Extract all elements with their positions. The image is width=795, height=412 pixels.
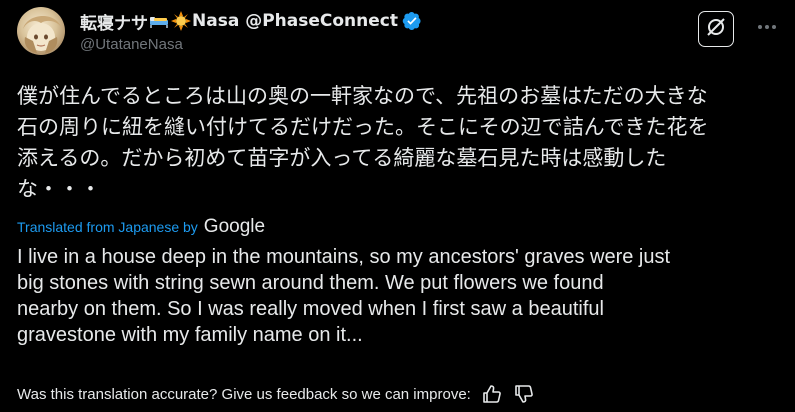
bed-emoji-icon [149,11,169,31]
translation-attribution: Translated from Japanese by Google [17,216,265,238]
author-name-row[interactable]: 転寝ナサ Nasa @PhaseConnect [80,9,422,34]
translated-line: gravestone with my family name on it... [17,324,363,346]
grok-button[interactable] [698,11,734,47]
avatar[interactable] [17,7,65,55]
thumbs-down-icon[interactable] [513,383,535,405]
sun-emoji-icon [171,11,191,31]
post-line: 石の周りに紐を縫い付けてるだけだった。そこにその辺で詰んできた花を [17,115,709,139]
translated-line: big stones with string sewn around them.… [17,272,604,294]
post-text-translated: I live in a house deep in the mountains,… [17,244,787,348]
more-options-button[interactable] [755,14,779,38]
grok-icon [705,16,727,43]
post-line: な・・・ [17,177,101,201]
post-line: 添えるの。だから初めて苗字が入ってる綺麗な墓石見た時は感動した [17,146,667,170]
avatar-image [23,15,61,53]
author-name-en[interactable]: Nasa @PhaseConnect [192,11,398,31]
thumbs-up-icon[interactable] [481,383,503,405]
post-line: 僕が住んでるところは山の奥の一軒家なので、先祖のお墓はただの大きな [17,84,708,108]
translation-feedback: Was this translation accurate? Give us f… [17,383,535,405]
google-logo: Google [203,216,266,237]
author-handle[interactable]: @UtataneNasa [80,36,183,53]
more-options-icon [757,17,777,35]
translated-line: I live in a house deep in the mountains,… [17,246,671,268]
feedback-question: Was this translation accurate? Give us f… [17,385,471,403]
verified-badge-icon [402,11,422,31]
translated-line: nearby on them. So I was really moved wh… [17,298,604,320]
translated-from-link[interactable]: Translated from Japanese by [17,219,198,235]
author-name-jp[interactable]: 転寝ナサ [80,9,148,34]
post-text-original: 僕が住んでるところは山の奥の一軒家なので、先祖のお墓はただの大きな 石の周りに紐… [17,81,782,205]
